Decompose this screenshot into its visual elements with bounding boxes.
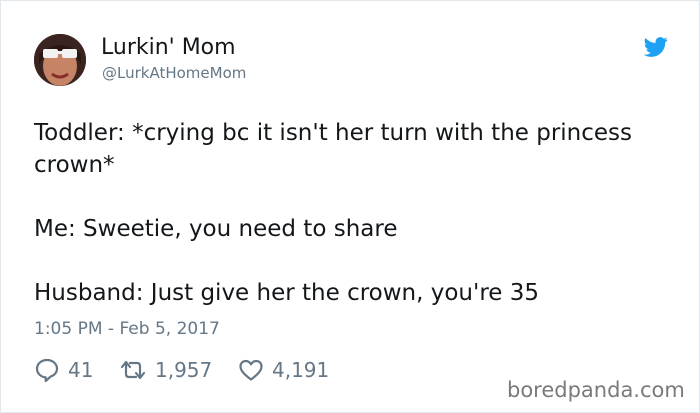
like-button[interactable]: 4,191: [238, 357, 329, 383]
reply-icon: [35, 358, 59, 383]
heart-icon: [239, 359, 263, 381]
tweet-line-toddler: Toddler: *crying bc it isn't her turn wi…: [34, 120, 633, 178]
retweet-count: 1,957: [155, 358, 213, 382]
author-handle[interactable]: @LurkAtHomeMom: [102, 64, 246, 82]
twitter-bird-icon[interactable]: [643, 37, 668, 57]
tweet-line-husband: Husband: Just give her the crown, you're…: [34, 280, 540, 306]
watermark: boredpanda.com: [507, 378, 685, 402]
like-count: 4,191: [272, 358, 330, 382]
avatar[interactable]: [34, 34, 86, 86]
tweet-timestamp[interactable]: 1:05 PM - Feb 5, 2017: [34, 319, 220, 339]
reply-button[interactable]: 41: [34, 357, 93, 383]
tweet-card: Lurkin' Mom @LurkAtHomeMom Toddler: *cry…: [0, 0, 700, 413]
author-name[interactable]: Lurkin' Mom: [101, 35, 236, 60]
tweet-text: Toddler: *crying bc it isn't her turn wi…: [34, 117, 674, 309]
reply-count: 41: [68, 358, 94, 382]
retweet-button[interactable]: 1,957: [119, 357, 212, 383]
tweet-line-me: Me: Sweetie, you need to share: [34, 216, 398, 242]
avatar-image: [34, 34, 86, 86]
retweet-icon: [120, 360, 146, 380]
